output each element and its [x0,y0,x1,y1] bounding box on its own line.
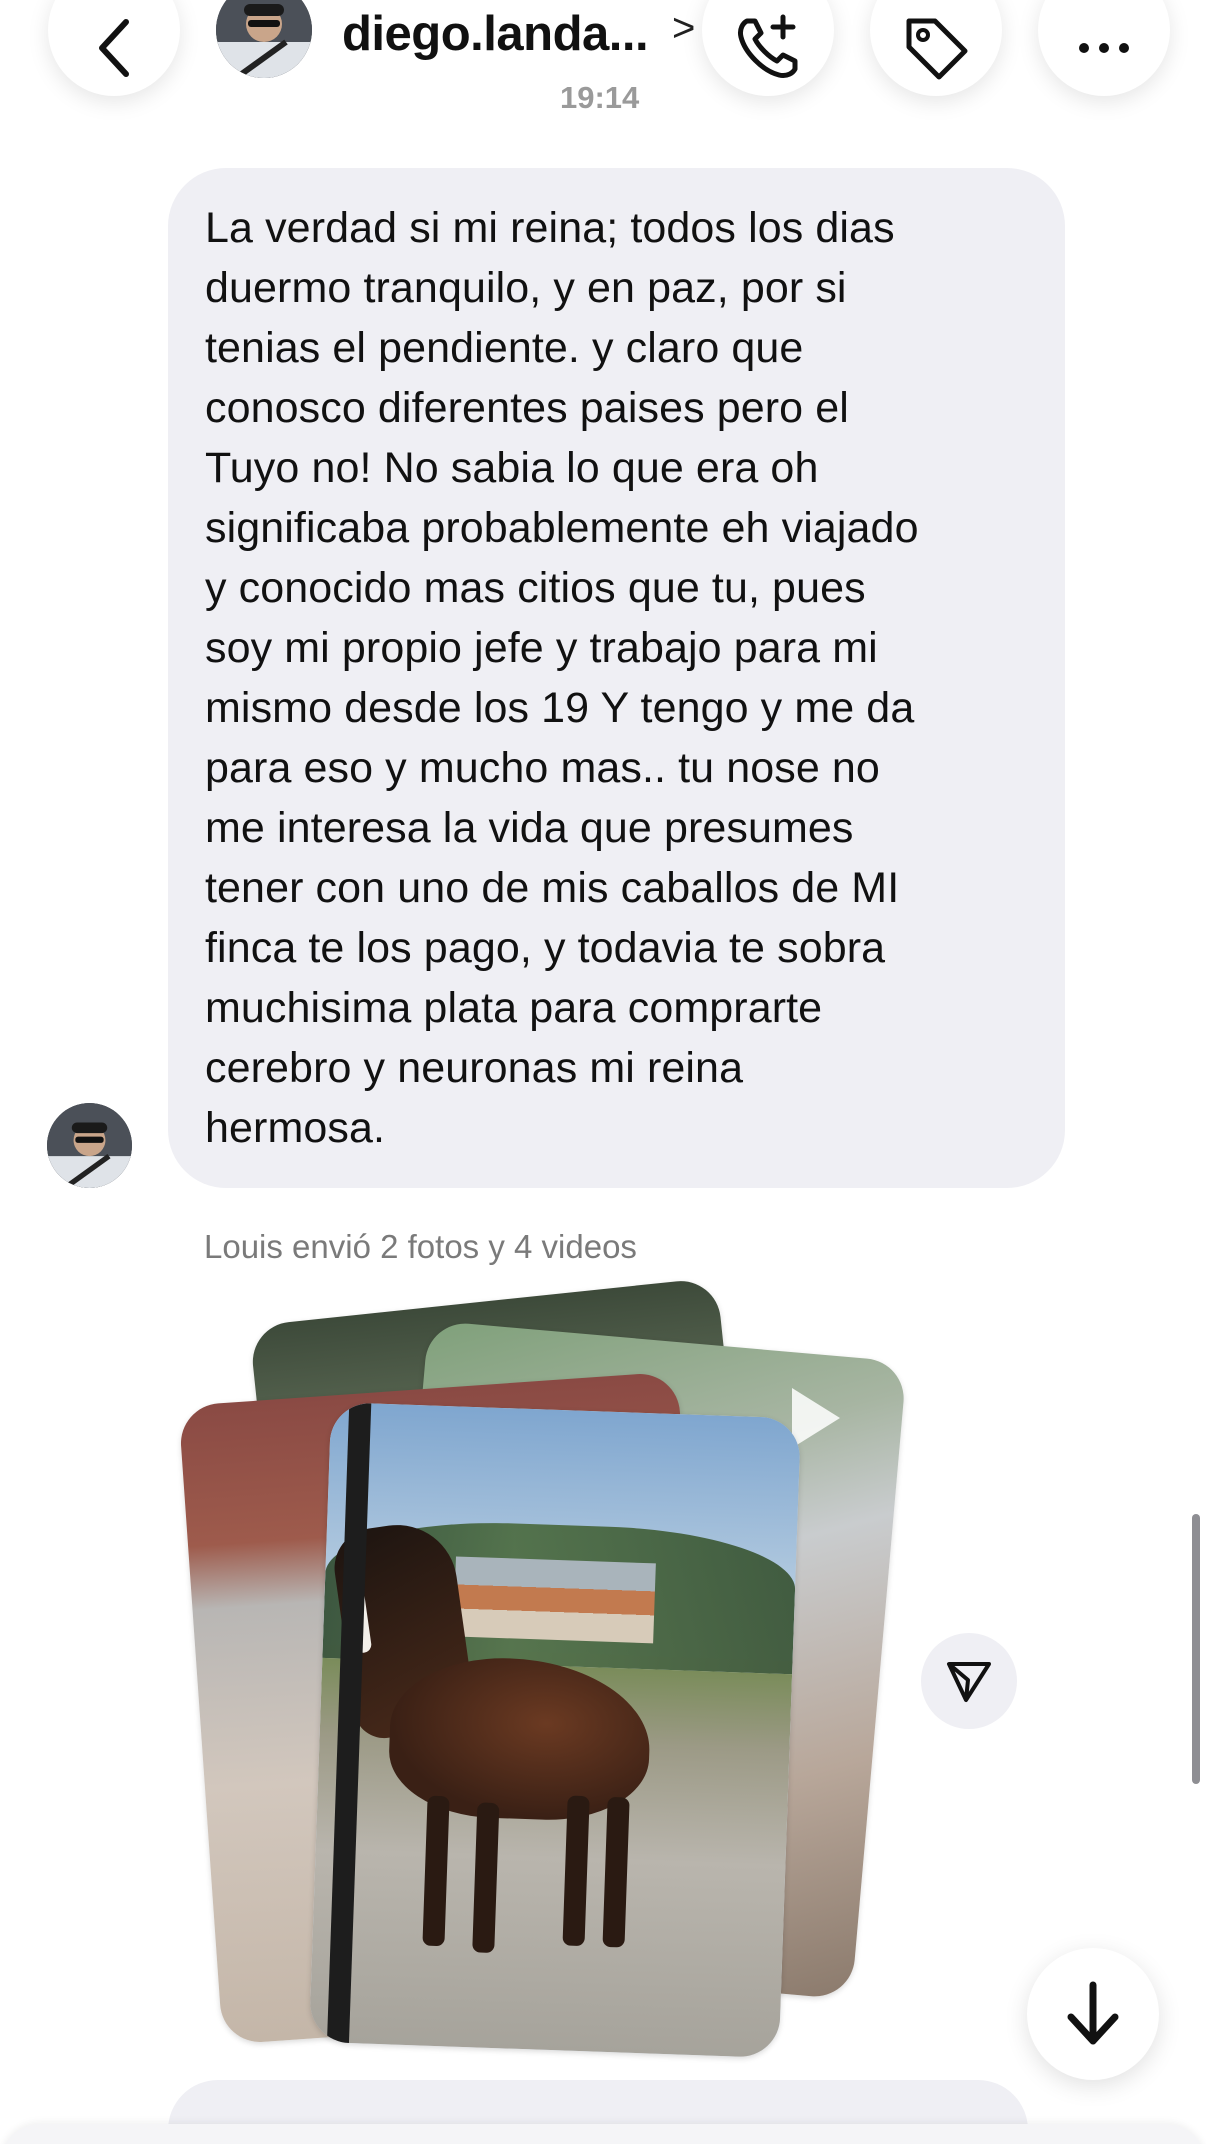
contact-name[interactable]: diego.landa... [342,6,649,62]
chevron-left-icon [99,19,129,77]
send-icon [947,1662,991,1702]
chat-timestamp: 19:14 [560,80,640,115]
ellipsis-icon [1079,43,1129,53]
media-sent-note: Louis envió 2 fotos y 4 videos [204,1228,637,1265]
chat-screen: diego.landa... > 19:14 La verdad si mi r… [0,0,1206,2144]
share-button[interactable] [921,1633,1017,1729]
horse-photo[interactable] [308,1401,802,2059]
barn [453,1556,656,1644]
sender-avatar[interactable] [47,1103,132,1188]
media-stack[interactable] [170,1277,907,2060]
message-text: La verdad si mi reina; todos los dias du… [205,204,919,1152]
chevron-right-icon[interactable]: > [672,6,695,51]
person-photo-icon [47,1103,132,1188]
scrollbar[interactable] [1192,1514,1200,1784]
composer-bar[interactable] [0,2124,1206,2144]
scroll-to-bottom-button[interactable] [1027,1948,1159,2080]
arrow-down-icon [1067,1981,1119,2045]
tag-icon [906,18,968,80]
message-bubble[interactable]: La verdad si mi reina; todos los dias du… [168,168,1065,1188]
phone-plus-icon [738,14,798,78]
